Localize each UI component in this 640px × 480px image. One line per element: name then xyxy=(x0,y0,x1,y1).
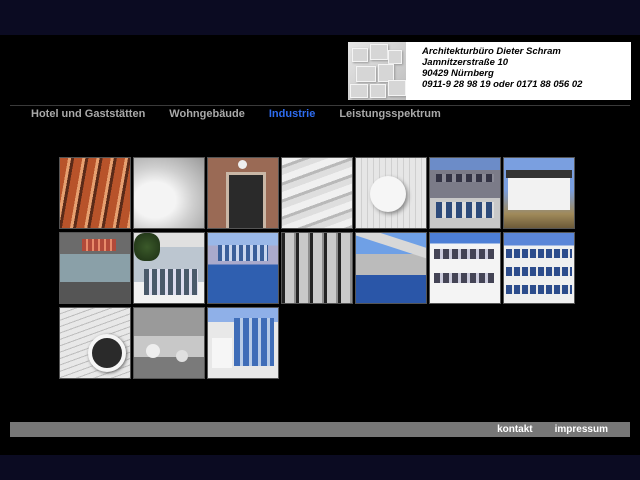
impressum-link[interactable]: impressum xyxy=(555,424,608,435)
footer-bar: kontakt impressum xyxy=(10,422,630,437)
thumb-glass-curtain-wall[interactable] xyxy=(281,232,353,304)
nav-wohngebaeude[interactable]: Wohngebäude xyxy=(169,108,245,120)
thumb-blue-white-industrial[interactable] xyxy=(503,232,575,304)
page: Architekturbüro Dieter Schram Jamnitzers… xyxy=(0,35,640,455)
office-address: Architekturbüro Dieter Schram Jamnitzers… xyxy=(406,42,582,100)
thumb-awning-facade[interactable] xyxy=(59,232,131,304)
thumb-white-sculpted-ceiling[interactable] xyxy=(281,157,353,229)
header-divider xyxy=(10,105,630,106)
thumb-gray-office-building[interactable] xyxy=(429,157,501,229)
thumb-orange-fins-facade[interactable] xyxy=(59,157,131,229)
main-nav: Hotel und Gaststätten Wohngebäude Indust… xyxy=(31,108,441,120)
nav-industrie[interactable]: Industrie xyxy=(269,108,315,120)
office-city: 90429 Nürnberg xyxy=(422,68,494,79)
thumb-white-office-block[interactable] xyxy=(429,232,501,304)
nav-leistungsspektrum[interactable]: Leistungsspektrum xyxy=(339,108,440,120)
logo-image xyxy=(348,42,406,100)
address-card: Architekturbüro Dieter Schram Jamnitzers… xyxy=(348,42,631,100)
thumb-blue-curved-roof[interactable] xyxy=(355,232,427,304)
thumb-stone-wall-spheres[interactable] xyxy=(133,307,205,379)
nav-hotel-und-gaststaetten[interactable]: Hotel und Gaststätten xyxy=(31,108,145,120)
thumb-glass-office-corner[interactable] xyxy=(207,307,279,379)
thumb-porthole-window[interactable] xyxy=(59,307,131,379)
thumb-blue-rotunda[interactable] xyxy=(207,232,279,304)
office-name: Architekturbüro Dieter Schram xyxy=(422,46,561,57)
thumb-white-curved-interior[interactable] xyxy=(133,157,205,229)
project-gallery xyxy=(59,157,575,379)
thumb-white-circle-wall[interactable] xyxy=(355,157,427,229)
thumb-brick-entrance-clock[interactable] xyxy=(207,157,279,229)
office-street: Jamnitzerstraße 10 xyxy=(422,57,509,68)
thumb-glass-building-tree[interactable] xyxy=(133,232,205,304)
office-phone: 0911-9 28 98 19 oder 0171 88 056 02 xyxy=(422,79,583,90)
thumb-white-house-blue-sky[interactable] xyxy=(503,157,575,229)
kontakt-link[interactable]: kontakt xyxy=(497,424,533,435)
